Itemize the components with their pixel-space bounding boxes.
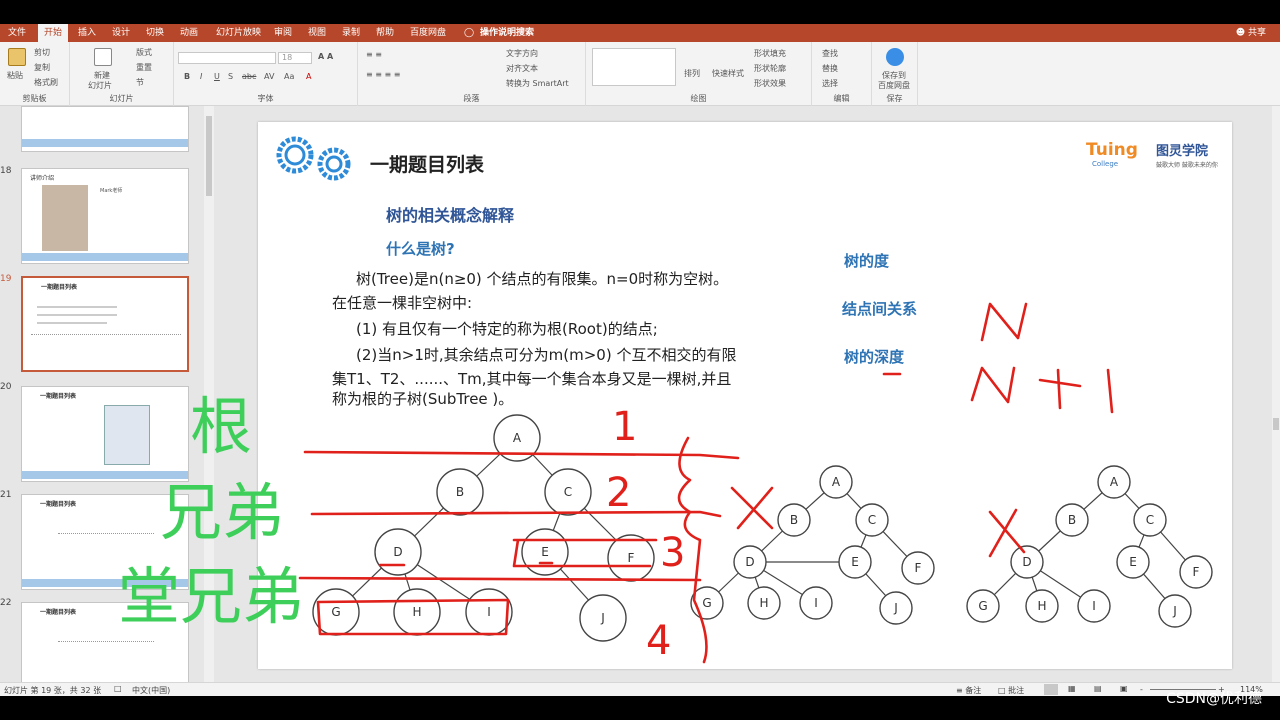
ink-line <box>303 450 740 460</box>
status-bar: 幻灯片 第 19 张，共 32 张 □ 中文(中国) ≡ 备注 □ 批注 ▦ ▤… <box>0 682 1280 696</box>
comments-button[interactable]: □ 批注 <box>998 685 1024 696</box>
slide-counter: 幻灯片 第 19 张，共 32 张 <box>4 686 102 695</box>
powerpoint-window: 文件 开始 插入 设计 切换 动画 幻灯片放映 审阅 视图 录制 帮助 百度网盘… <box>0 0 1280 720</box>
ink-x-mark <box>988 508 1026 558</box>
ink-n1-mark <box>970 366 1114 414</box>
ink-level-3: 3 <box>660 530 685 576</box>
ink-root: 根 <box>190 390 253 463</box>
ink-level-2: 2 <box>606 470 631 516</box>
slideshow-icon[interactable]: ▣ <box>1120 684 1128 693</box>
ink-n-mark <box>980 302 1028 342</box>
ink-x-mark <box>730 486 774 530</box>
comment-icon: □ <box>998 686 1009 695</box>
ink-siblings: 兄弟 <box>160 476 285 549</box>
reading-view-icon[interactable]: ▤ <box>1094 684 1102 693</box>
ink-line <box>298 576 702 582</box>
csdn-watermark: CSDN@优利德 <box>1166 691 1262 707</box>
normal-view-icon[interactable] <box>1044 684 1058 695</box>
notes-label: 备注 <box>965 686 982 695</box>
comments-label: 批注 <box>1008 686 1025 695</box>
ink-box <box>316 598 510 636</box>
ink-cousins: 堂兄弟 <box>118 560 305 633</box>
ink-level-4: 4 <box>646 618 671 664</box>
notes-icon: ≡ <box>956 686 966 695</box>
ink-line <box>310 510 722 518</box>
video-bottom-bar <box>0 696 1280 720</box>
language-indicator[interactable]: 中文(中国) <box>132 685 170 696</box>
notes-button[interactable]: ≡ 备注 <box>956 685 981 696</box>
zoom-out-button[interactable]: - <box>1140 685 1143 694</box>
spellcheck-icon[interactable]: □ <box>114 684 122 693</box>
ink-level-1: 1 <box>612 404 637 450</box>
ink-box <box>512 538 658 568</box>
slide-sorter-icon[interactable]: ▦ <box>1068 684 1076 693</box>
